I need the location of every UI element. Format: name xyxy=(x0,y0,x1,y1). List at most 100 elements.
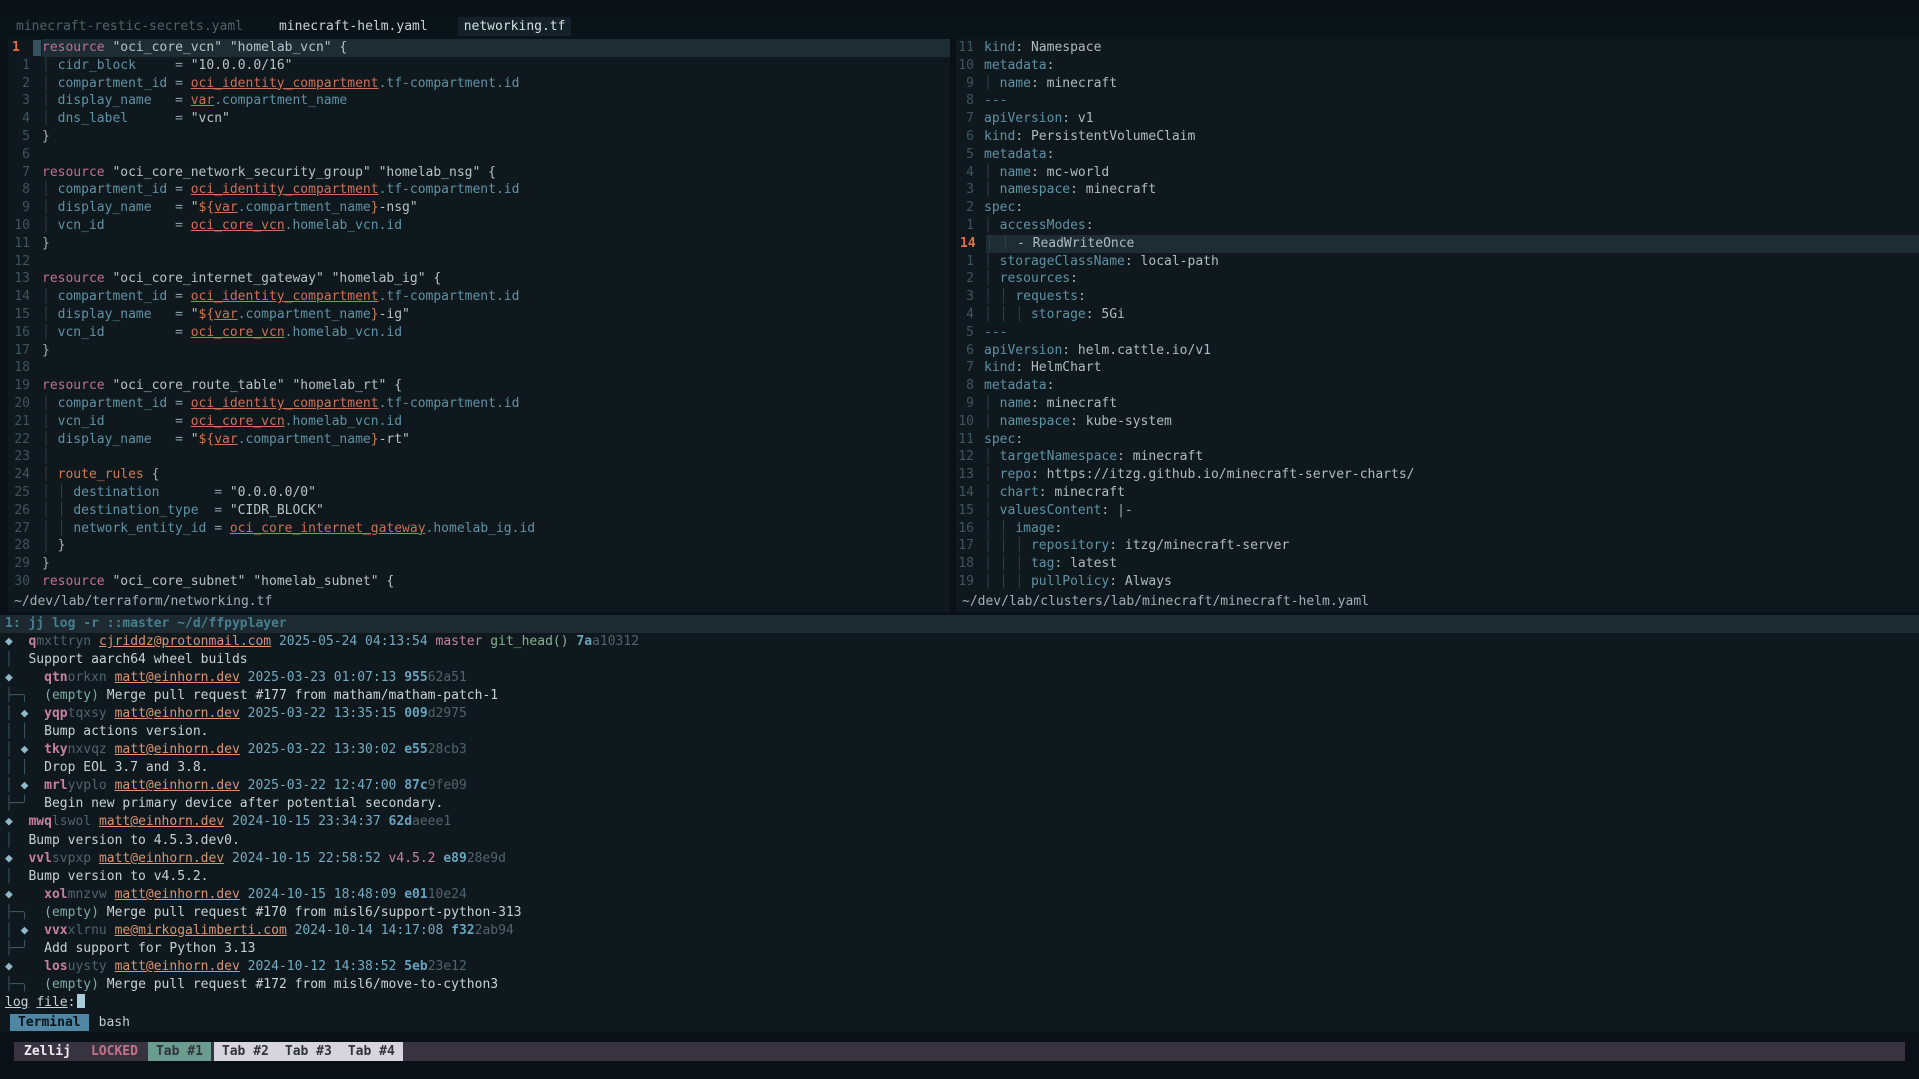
token-str: "0.0.0.0/0" xyxy=(230,485,316,500)
code-line[interactable]: 25│ │ destination = "0.0.0.0/0" xyxy=(8,484,950,502)
code-line[interactable]: 11kind: Namespace xyxy=(956,39,1919,57)
code-line[interactable]: 7kind: HelmChart xyxy=(956,359,1919,377)
token-attr: cidr_block xyxy=(58,58,136,73)
code-line[interactable]: 1│ accessModes: xyxy=(956,217,1919,235)
token-txt xyxy=(183,218,191,233)
code-line[interactable]: 14│ compartment_id = oci_identity_compar… xyxy=(8,288,950,306)
editor-pane-minecraft-helm-yaml[interactable]: 11kind: Namespace10metadata:9│ name: min… xyxy=(956,39,1919,612)
code-line[interactable]: 3│ namespace: minecraft xyxy=(956,181,1919,199)
code-line[interactable]: 22│ display_name = "${var.compartment_na… xyxy=(8,431,950,449)
code-line[interactable]: 1│ storageClassName: local-path xyxy=(956,253,1919,271)
token-attr: .compartment_name xyxy=(238,200,371,215)
code-line[interactable]: 10│ namespace: kube-system xyxy=(956,413,1919,431)
token-val: minecraft xyxy=(1078,182,1156,197)
code-line[interactable]: 7resource "oci_core_network_security_gro… xyxy=(8,164,950,182)
token-txt xyxy=(50,467,58,482)
code-line[interactable]: 19│ │ │ pullPolicy: Always xyxy=(956,573,1919,591)
token-txt xyxy=(183,396,191,411)
code-line[interactable]: 10│ vcn_id = oci_core_vcn.homelab_vcn.id xyxy=(8,217,950,235)
code-line[interactable]: 2│ compartment_id = oci_identity_compart… xyxy=(8,75,950,93)
terminal-tab-active[interactable]: Terminal xyxy=(10,1014,89,1031)
code-line[interactable]: 18 xyxy=(8,359,950,377)
code-line[interactable]: 14│ chart: minecraft xyxy=(956,484,1919,502)
token-punc: : xyxy=(1062,111,1070,126)
code-line[interactable]: 8│ compartment_id = oci_identity_compart… xyxy=(8,181,950,199)
token-txt xyxy=(136,58,175,73)
code-line[interactable]: 8--- xyxy=(956,92,1919,110)
code-line[interactable]: 17│ │ │ repository: itzg/minecraft-serve… xyxy=(956,537,1919,555)
code-line[interactable]: 4│ │ │ storage: 5Gi xyxy=(956,306,1919,324)
code-line[interactable]: 17} xyxy=(8,342,950,360)
line-number: 11 xyxy=(8,235,38,253)
token-val: latest xyxy=(1062,556,1117,571)
code-line[interactable]: 26│ │ destination_type = "CIDR_BLOCK" xyxy=(8,502,950,520)
code-line[interactable]: 3│ │ requests: xyxy=(956,288,1919,306)
token-str: " xyxy=(191,307,199,322)
code-line-cursor[interactable]: 1resource "oci_core_vcn" "homelab_vcn" { xyxy=(8,39,950,57)
code-line[interactable]: 10metadata: xyxy=(956,57,1919,75)
buffer-tab[interactable]: minecraft-restic-secrets.yaml xyxy=(16,19,243,34)
token-str: -nsg" xyxy=(379,200,418,215)
code-line[interactable]: 19resource "oci_core_route_table" "homel… xyxy=(8,377,950,395)
code-line[interactable]: 16│ │ image: xyxy=(956,520,1919,538)
code-line[interactable]: 2spec: xyxy=(956,199,1919,217)
code-text: kind: HelmChart xyxy=(984,359,1919,377)
code-line[interactable]: 5} xyxy=(8,128,950,146)
code-line[interactable]: 3│ display_name = var.compartment_name xyxy=(8,92,950,110)
code-line[interactable]: 2│ resources: xyxy=(956,270,1919,288)
code-line[interactable]: 13resource "oci_core_internet_gateway" "… xyxy=(8,270,950,288)
code-line[interactable]: 24│ route_rules { xyxy=(8,466,950,484)
code-line[interactable]: 9│ name: minecraft xyxy=(956,395,1919,413)
token-guide: │ xyxy=(984,76,992,91)
line-number: 1 xyxy=(956,217,980,235)
code-line[interactable]: 11} xyxy=(8,235,950,253)
code-line[interactable]: 12 xyxy=(8,253,950,271)
zellij-tab[interactable]: Tab #4 xyxy=(340,1042,403,1061)
token-guide: │ xyxy=(984,165,992,180)
buffer-tab[interactable]: minecraft-helm.yaml xyxy=(279,19,428,34)
token-txt xyxy=(50,76,58,91)
code-line[interactable]: 9│ display_name = "${var.compartment_nam… xyxy=(8,199,950,217)
code-line[interactable]: 5metadata: xyxy=(956,146,1919,164)
terminal-pane[interactable]: 1: jj log -r ::master ~/d/ffpyplayer ◆ q… xyxy=(0,615,1919,1032)
code-line[interactable]: 15│ valuesContent: |- xyxy=(956,502,1919,520)
code-line[interactable]: 5--- xyxy=(956,324,1919,342)
token-val: kube-system xyxy=(1078,414,1172,429)
code-text: │ │ requests: xyxy=(984,288,1919,306)
code-line[interactable]: 23│ xyxy=(8,448,950,466)
code-line[interactable]: 4│ name: mc-world xyxy=(956,164,1919,182)
code-line[interactable]: 6apiVersion: helm.cattle.io/v1 xyxy=(956,342,1919,360)
zellij-mode-indicator: LOCKED xyxy=(81,1042,148,1061)
code-line-cursor[interactable]: 14│ │ - ReadWriteOnce xyxy=(956,235,1919,253)
zellij-tab[interactable]: Tab #3 xyxy=(277,1042,340,1061)
shell-prompt[interactable]: log file: xyxy=(5,994,85,1012)
token-email: matt@einhorn.dev xyxy=(115,670,240,685)
zellij-tab[interactable]: Tab #1 xyxy=(148,1042,211,1061)
code-line[interactable]: 28│ } xyxy=(8,537,950,555)
code-line[interactable]: 20│ compartment_id = oci_identity_compar… xyxy=(8,395,950,413)
code-line[interactable]: 18│ │ │ tag: latest xyxy=(956,555,1919,573)
code-line[interactable]: 8metadata: xyxy=(956,377,1919,395)
token-key: metadata xyxy=(984,147,1047,162)
token-punc: } xyxy=(58,538,66,553)
code-line[interactable]: 7apiVersion: v1 xyxy=(956,110,1919,128)
code-line[interactable]: 29} xyxy=(8,555,950,573)
code-line[interactable]: 6 xyxy=(8,146,950,164)
code-line[interactable]: 1│ cidr_block = "10.0.0.0/16" xyxy=(8,57,950,75)
editor-pane-networking-tf[interactable]: 1resource "oci_core_vcn" "homelab_vcn" {… xyxy=(8,39,950,612)
code-line[interactable]: 15│ display_name = "${var.compartment_na… xyxy=(8,306,950,324)
token-op: = xyxy=(175,182,183,197)
code-line[interactable]: 27│ │ network_entity_id = oci_core_inter… xyxy=(8,520,950,538)
code-line[interactable]: 9│ name: minecraft xyxy=(956,75,1919,93)
code-line[interactable]: 6kind: PersistentVolumeClaim xyxy=(956,128,1919,146)
buffer-tab[interactable]: networking.tf xyxy=(458,17,572,36)
token-fn: ${ xyxy=(199,307,215,322)
code-line[interactable]: 11spec: xyxy=(956,431,1919,449)
code-line[interactable]: 16│ vcn_id = oci_core_vcn.homelab_vcn.id xyxy=(8,324,950,342)
code-line[interactable]: 4│ dns_label = "vcn" xyxy=(8,110,950,128)
zellij-tab[interactable]: Tab #2 xyxy=(214,1042,277,1061)
code-line[interactable]: 30resource "oci_core_subnet" "homelab_su… xyxy=(8,573,950,591)
code-line[interactable]: 21│ vcn_id = oci_core_vcn.homelab_vcn.id xyxy=(8,413,950,431)
code-line[interactable]: 12│ targetNamespace: minecraft xyxy=(956,448,1919,466)
code-line[interactable]: 13│ repo: https://itzg.github.io/minecra… xyxy=(956,466,1919,484)
